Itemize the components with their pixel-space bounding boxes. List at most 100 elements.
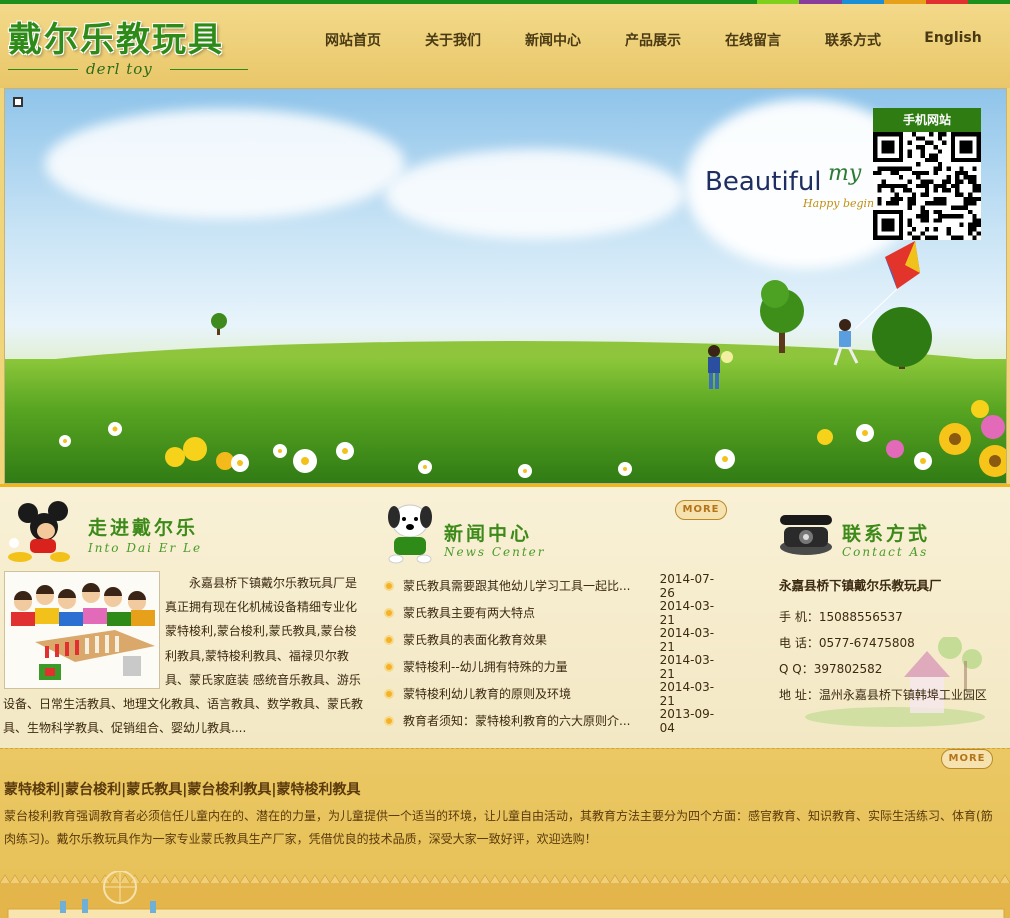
qr-module — [929, 140, 934, 145]
qr-module — [911, 235, 917, 240]
nav-message[interactable]: 在线留言 — [703, 30, 803, 50]
qr-module — [894, 201, 899, 206]
qr-module — [942, 140, 947, 145]
qr-module — [946, 175, 951, 180]
qr-module — [972, 196, 977, 202]
qr-module — [968, 209, 973, 215]
qr-module — [968, 201, 973, 206]
qr-module — [881, 166, 886, 171]
qr-module — [942, 183, 947, 189]
news-more-button[interactable]: MORE — [675, 500, 727, 520]
news-item-title[interactable]: 教育者须知：蒙特梭利教育的六大原则介... — [403, 712, 642, 729]
qr-module — [907, 188, 912, 193]
about-heading: 走进戴尔乐 Into Dai Er Le — [6, 499, 226, 562]
qr-module — [959, 192, 964, 197]
qr-module — [903, 166, 908, 171]
qr-module — [950, 205, 956, 210]
qr-module — [937, 132, 943, 137]
qr-module — [963, 205, 969, 210]
qr-module — [924, 192, 930, 197]
news-item[interactable]: 蒙氏教具的表面化教育效果 2014-03-21 — [384, 626, 729, 654]
bullet-icon — [384, 715, 394, 726]
news-item[interactable]: 蒙氏教具需要跟其他幼儿学习工具一起比... 2014-07-26 — [384, 571, 729, 600]
nav-about[interactable]: 关于我们 — [403, 30, 503, 50]
bullet-icon — [384, 661, 394, 672]
qr-module — [972, 166, 977, 171]
qr-module — [907, 179, 912, 184]
qr-module — [877, 196, 882, 202]
qr-module — [873, 170, 878, 176]
qr-module — [920, 183, 925, 189]
qr-module — [881, 183, 886, 189]
qr-module — [946, 227, 951, 232]
qr-module — [968, 179, 973, 184]
qr-module — [937, 149, 943, 154]
qr-module — [950, 214, 956, 219]
qr-module — [972, 183, 977, 189]
qr-module — [877, 170, 882, 176]
qr-module — [920, 205, 925, 210]
qr-module — [907, 222, 912, 228]
qr-module — [924, 183, 930, 189]
qr-module — [968, 227, 973, 232]
qr-module — [955, 214, 960, 219]
qr-module — [959, 222, 964, 228]
news-title-cn: 新闻中心 — [444, 523, 533, 545]
qr-module — [911, 196, 917, 202]
news-item[interactable]: 蒙特梭利幼儿教育的原则及环境 2014-03-21 — [384, 680, 729, 708]
nav-contact[interactable]: 联系方式 — [803, 30, 903, 50]
qr-module — [955, 170, 960, 176]
qr-finder — [959, 140, 973, 154]
qr-module — [907, 218, 912, 223]
qr-module — [890, 170, 895, 176]
qr-module — [894, 170, 899, 176]
banner-scene — [59, 241, 1006, 478]
qr-module — [920, 209, 925, 215]
bottom-title[interactable]: 蒙特梭利|蒙台梭利|蒙氏教具|蒙台梭利教具|蒙特梭利教具 — [4, 779, 360, 799]
qr-module — [933, 153, 938, 158]
qr-module — [877, 188, 882, 193]
qr-module — [920, 153, 925, 158]
qr-module — [924, 140, 930, 145]
news-item-date: 2014-07-26 — [659, 571, 715, 600]
news-item-title[interactable]: 蒙氏教具需要跟其他幼儿学习工具一起比... — [403, 577, 642, 594]
nav-home[interactable]: 网站首页 — [303, 30, 403, 50]
qr-module — [955, 183, 960, 189]
qr-module — [898, 166, 904, 171]
news-item-title[interactable]: 蒙氏教具主要有两大特点 — [403, 604, 642, 621]
logo-chinese-text: 戴尔乐教玩具 — [8, 20, 224, 60]
logo-english-wrap: derl toy — [8, 60, 248, 80]
news-item-title[interactable]: 蒙特梭利--幼儿拥有特殊的力量 — [403, 658, 642, 675]
news-item[interactable]: 教育者须知：蒙特梭利教育的六大原则介... 2013-09-04 — [384, 707, 729, 735]
contact-company: 永嘉县桥下镇戴尔乐教玩具厂 — [779, 578, 942, 593]
nav-news[interactable]: 新闻中心 — [503, 30, 603, 50]
nav-products[interactable]: 产品展示 — [603, 30, 703, 50]
qr-module — [955, 192, 960, 197]
qr-module — [907, 196, 912, 202]
qr-module — [976, 218, 981, 223]
logo-english-text: derl toy — [86, 60, 153, 78]
banner-tagline: Happy begin — [803, 197, 875, 210]
qr-module — [972, 235, 977, 240]
news-item-title[interactable]: 蒙特梭利幼儿教育的原则及环境 — [403, 685, 642, 702]
slide-indicator[interactable] — [13, 97, 23, 107]
qr-title: 手机网站 — [873, 108, 981, 132]
bottom-more-button[interactable]: MORE — [941, 749, 993, 769]
nav-english[interactable]: English — [903, 30, 1003, 50]
news-item[interactable]: 蒙氏教具主要有两大特点 2014-03-21 — [384, 598, 729, 627]
mobile-site-qr[interactable]: 手机网站 — [873, 108, 981, 240]
about-title-en: Into Dai Er Le — [88, 541, 203, 555]
qr-module — [933, 227, 938, 232]
qr-module — [946, 231, 951, 236]
contact-block: 永嘉县桥下镇戴尔乐教玩具厂 手 机：15088556537 电 话：0577-6… — [779, 575, 999, 708]
news-item-date: 2014-03-21 — [659, 598, 715, 627]
qr-module — [972, 214, 977, 219]
news-item[interactable]: 蒙特梭利--幼儿拥有特殊的力量 2014-03-21 — [384, 652, 729, 681]
qr-module — [942, 188, 947, 193]
site-logo[interactable]: 戴尔乐教玩具 derl toy — [8, 12, 258, 86]
qr-module — [898, 196, 904, 202]
news-item-title[interactable]: 蒙氏教具的表面化教育效果 — [403, 631, 642, 648]
news-item-date: 2014-03-21 — [659, 652, 715, 681]
main-nav: 网站首页 关于我们 新闻中心 产品展示 在线留言 联系方式 English — [303, 30, 1003, 50]
qr-module — [942, 196, 947, 202]
